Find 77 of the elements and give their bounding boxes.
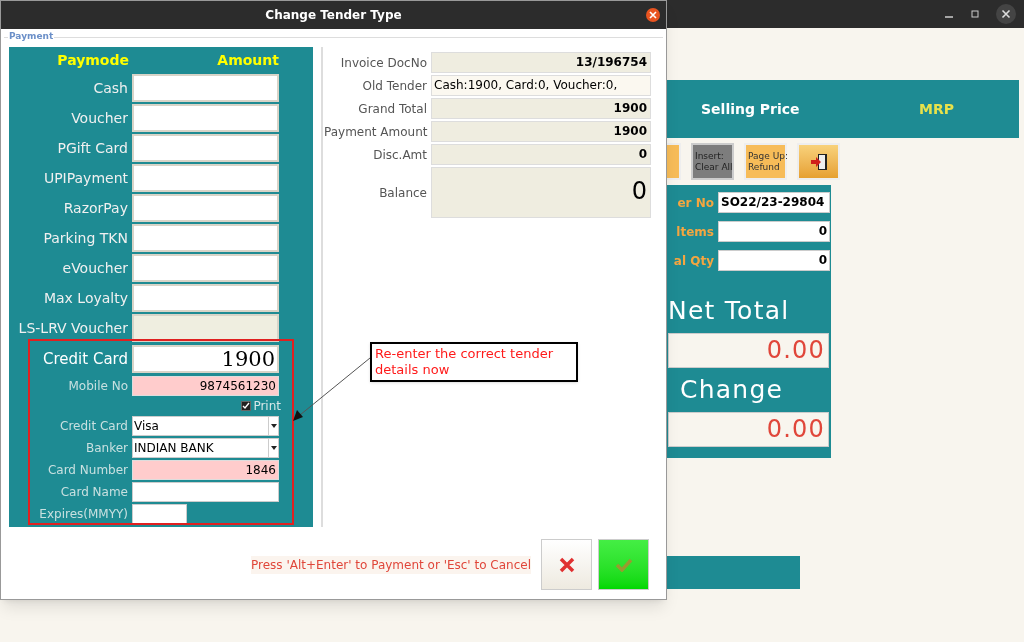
field-label: LS-LRV Voucher	[17, 318, 128, 338]
dropdown[interactable]: INDIAN BANK	[132, 438, 279, 458]
total-label: Net Total	[668, 295, 791, 327]
card-name-field[interactable]	[132, 482, 279, 502]
field-label: al Qty	[672, 252, 714, 270]
info-field: Cash:1900, Card:0, Voucher:0,	[431, 75, 651, 96]
field-label: Old Tender	[361, 77, 427, 95]
dropdown[interactable]: Visa	[132, 416, 279, 436]
field-label: ltems	[675, 223, 714, 241]
field-label: Card Number	[46, 462, 128, 479]
group-label: Payment	[8, 30, 55, 44]
field-label: Max Loyalty	[42, 288, 128, 308]
column-header: Selling Price	[701, 99, 800, 119]
field-label: Credit Card	[59, 418, 128, 435]
amount-field[interactable]	[132, 254, 279, 282]
field-label: Banker	[84, 440, 128, 457]
amount-field[interactable]	[132, 194, 279, 222]
expiry-field[interactable]	[132, 504, 187, 524]
hint-text: Press 'Alt+Enter' to Payment or 'Esc' to Cancel	[251, 555, 531, 574]
mobile-field[interactable]: 9874561230	[132, 376, 279, 396]
close-icon	[558, 556, 575, 573]
field-label: Mobile No	[67, 378, 128, 395]
checkbox-label: Print	[253, 398, 281, 415]
cancel-button[interactable]	[541, 539, 592, 590]
amount-field[interactable]: 1900	[132, 345, 279, 373]
close-icon	[649, 11, 657, 19]
caret-icon	[270, 424, 277, 428]
column-header: Amount	[216, 50, 279, 70]
field-label: Invoice DocNo	[339, 54, 427, 72]
field-label: Expires(MMYY)	[38, 506, 128, 523]
total-field: 0.00	[668, 412, 829, 447]
exit-door-icon	[808, 151, 829, 172]
callout-note: Re-enter the correct tender details now	[370, 342, 578, 382]
field-label: Card Name	[59, 484, 128, 501]
card-number-field[interactable]: 1846	[132, 460, 279, 480]
amount-field[interactable]	[132, 134, 279, 162]
field-label: er No	[676, 194, 714, 212]
clear-all-button[interactable]: Insert: Clear All	[691, 143, 734, 180]
order-field[interactable]: 0	[718, 250, 830, 271]
toolbar-button[interactable]	[667, 143, 681, 180]
order-field[interactable]: SO22/23-29804	[718, 192, 830, 213]
field-label: Payment Amount	[324, 123, 427, 141]
print-checkbox[interactable]	[241, 401, 252, 411]
info-field: 1900	[431, 121, 651, 142]
field-label: Credit Card	[42, 348, 128, 370]
close-icon[interactable]	[996, 4, 1016, 24]
dialog-title: Change Tender Type	[265, 7, 402, 24]
field-label: PGift Card	[56, 138, 128, 158]
amount-field[interactable]	[132, 74, 279, 102]
amount-field[interactable]	[132, 284, 279, 312]
confirm-button[interactable]	[598, 539, 649, 590]
total-label: Change	[679, 374, 785, 406]
info-field: 13/196754	[431, 52, 651, 73]
field-label: Disc.Amt	[372, 146, 427, 164]
field-label: eVoucher	[61, 258, 128, 278]
exit-button[interactable]	[797, 143, 840, 180]
field-label: Grand Total	[357, 100, 427, 118]
amount-field[interactable]	[132, 104, 279, 132]
field-label: UPIPayment	[42, 168, 128, 188]
field-label: Balance	[378, 184, 427, 202]
field-label: Voucher	[70, 108, 128, 128]
close-button[interactable]	[646, 8, 660, 22]
field-label: RazorPay	[62, 198, 128, 218]
order-field[interactable]: 0	[718, 221, 830, 242]
caret-icon	[270, 446, 277, 450]
restore-icon[interactable]	[970, 9, 980, 19]
amount-field[interactable]	[132, 164, 279, 192]
field-label: Parking TKN	[42, 228, 128, 248]
total-field: 0.00	[668, 333, 829, 368]
amount-field[interactable]	[132, 224, 279, 252]
info-field: 1900	[431, 98, 651, 119]
info-field: 0	[431, 167, 651, 218]
info-field: 0	[431, 144, 651, 165]
column-header: MRP	[919, 99, 954, 119]
field-label: Cash	[92, 78, 128, 98]
column-header: Paymode	[56, 50, 129, 70]
checkmark-icon	[614, 557, 633, 572]
